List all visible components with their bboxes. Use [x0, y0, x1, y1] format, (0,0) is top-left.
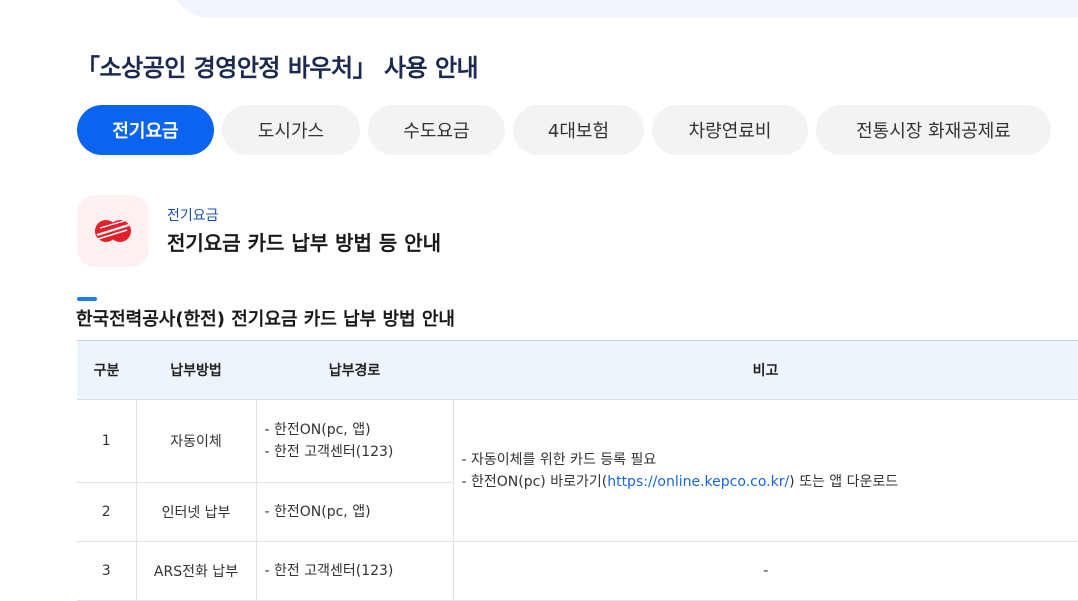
- top-banner-edge: [170, 0, 1078, 18]
- kepco-logo-icon: [95, 220, 131, 242]
- tab-social-insurance[interactable]: 4대보험: [513, 105, 644, 155]
- cell-route: - 한전ON(pc, 앱) - 한전 고객센터(123): [255, 399, 453, 483]
- cell-no: 3: [77, 541, 136, 601]
- route-line: - 한전ON(pc, 앱): [264, 422, 371, 438]
- header-route: 납부경로: [256, 340, 453, 400]
- cell-no: 1: [77, 399, 136, 483]
- table-header-row: 구분 납부방법 납부경로 비고: [77, 340, 1078, 400]
- section-title: 전기요금 카드 납부 방법 등 안내: [167, 231, 442, 255]
- section-category: 전기요금: [167, 208, 219, 224]
- tab-electricity[interactable]: 전기요금: [77, 105, 214, 155]
- route-line: - 한전 고객센터(123): [264, 444, 394, 460]
- header-method: 납부방법: [136, 340, 256, 400]
- tab-water[interactable]: 수도요금: [368, 105, 505, 155]
- kepco-logo: [77, 195, 149, 267]
- note-line: - 한전ON(pc) 바로가기(https://online.kepco.co.…: [462, 471, 1078, 493]
- note-line: - 자동이체를 위한 카드 등록 필요: [461, 451, 657, 468]
- cell-method: 자동이체: [135, 399, 256, 483]
- cell-note: -: [452, 541, 1078, 601]
- route-line: - 한전 고객센터(123): [264, 563, 394, 579]
- kepco-online-link[interactable]: https://online.kepco.co.kr/: [607, 474, 789, 490]
- table-row: 1 자동이체 - 한전ON(pc, 앱) - 한전 고객센터(123) - 자동…: [77, 399, 1078, 542]
- table-row: 3 ARS전화 납부 - 한전 고객센터(123) -: [77, 541, 1078, 601]
- cell-route: - 한전 고객센터(123): [255, 541, 453, 601]
- tab-vehicle-fuel[interactable]: 차량연료비: [652, 105, 808, 155]
- title-accent-bar: [77, 297, 97, 301]
- table-title: 한국전력공사(한전) 전기요금 카드 납부 방법 안내: [76, 309, 455, 330]
- page-title: 「소상공인 경영안정 바우처」 사용 안내: [76, 54, 479, 82]
- header-no: 구분: [77, 340, 136, 400]
- cell-shared-note: - 자동이체를 위한 카드 등록 필요 - 한전ON(pc) 바로가기(http…: [452, 399, 1078, 542]
- cell-method: ARS전화 납부: [135, 541, 256, 601]
- payment-method-table: 구분 납부방법 납부경로 비고 1 자동이체 - 한전ON(pc, 앱) - 한…: [77, 340, 1078, 601]
- note-text: - 한전ON(pc) 바로가기(: [461, 473, 608, 490]
- cell-no: 2: [77, 482, 136, 542]
- cell-route: - 한전ON(pc, 앱): [255, 482, 453, 542]
- route-line: - 한전ON(pc, 앱): [264, 504, 371, 520]
- tab-city-gas[interactable]: 도시가스: [222, 105, 360, 155]
- header-note: 비고: [453, 340, 1078, 400]
- tab-market-fire-insurance[interactable]: 전통시장 화재공제료: [816, 105, 1051, 155]
- cell-method: 인터넷 납부: [135, 482, 256, 542]
- note-text: ) 또는 앱 다운로드: [789, 473, 899, 490]
